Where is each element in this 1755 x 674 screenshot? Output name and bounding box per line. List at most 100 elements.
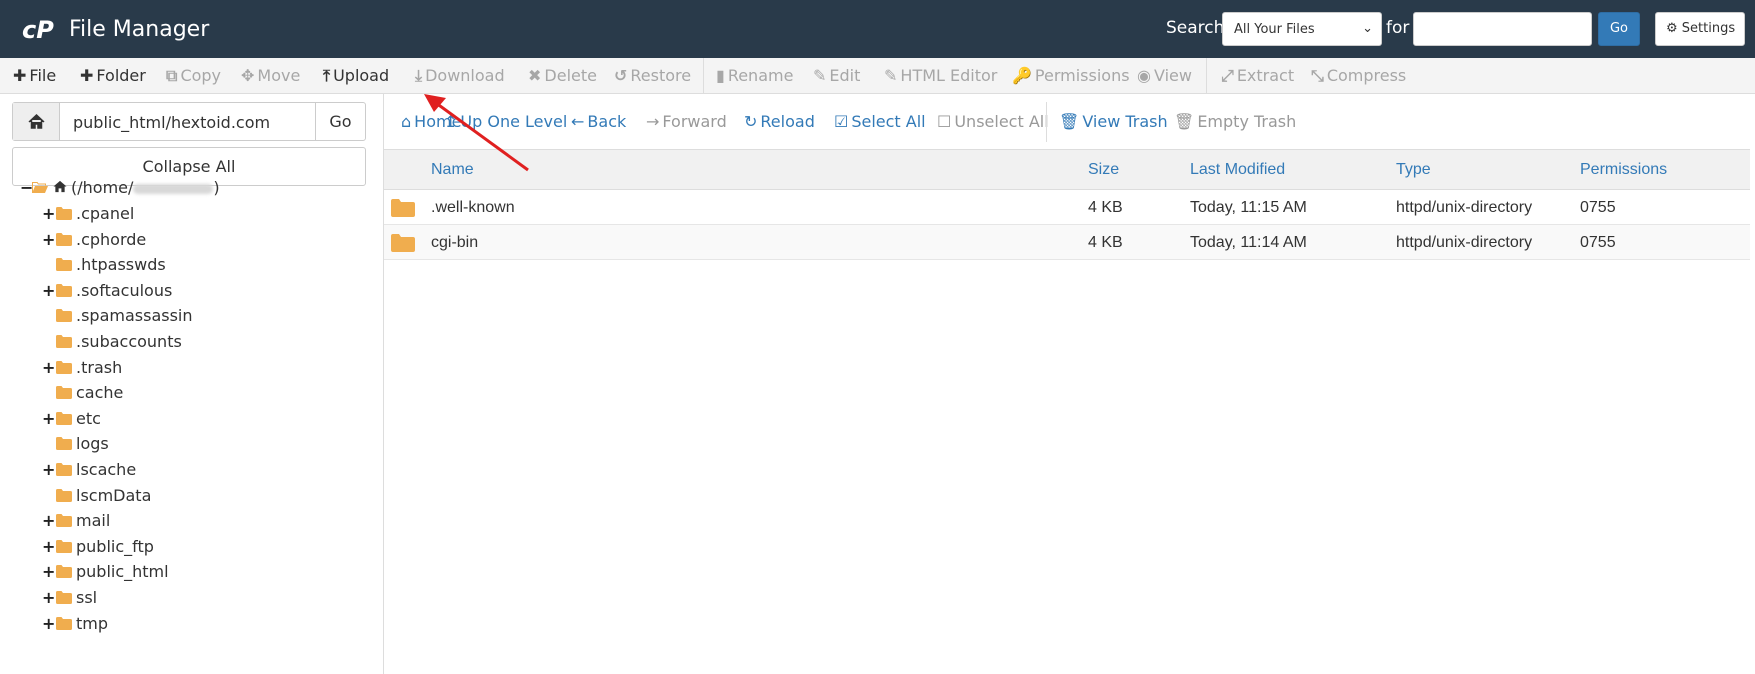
expand-icon[interactable]: + xyxy=(42,614,55,633)
compress-button[interactable]: ⤡ Compress xyxy=(1311,66,1406,86)
settings-button[interactable]: ⚙ Settings xyxy=(1655,12,1745,46)
expand-icon[interactable]: + xyxy=(42,460,55,479)
tree-item[interactable]: .spamassassin xyxy=(42,305,342,327)
restore-button[interactable]: ↺ Restore xyxy=(614,66,691,85)
tree-root[interactable]: − (/home/) xyxy=(20,177,360,199)
tree-item[interactable]: + public_ftp xyxy=(42,536,342,558)
home-icon: ⌂ xyxy=(401,112,412,131)
expand-icon[interactable]: + xyxy=(42,230,55,249)
close-icon: ✖ xyxy=(528,66,542,85)
search-label: Search xyxy=(1166,18,1225,38)
search-go-button[interactable]: Go xyxy=(1598,12,1640,46)
extract-button[interactable]: ⤢ Extract xyxy=(1221,66,1294,86)
move-button[interactable]: ✥ Move xyxy=(241,66,300,85)
table-row[interactable]: .well-known 4 KB Today, 11:15 AM httpd/u… xyxy=(384,190,1750,225)
search-scope-select[interactable]: All Your Files ⌄ xyxy=(1222,12,1382,46)
tree-item[interactable]: lscmData xyxy=(42,485,342,507)
settings-label: Settings xyxy=(1681,21,1736,36)
path-home-button[interactable] xyxy=(13,103,60,140)
html-editor-button[interactable]: ✎ HTML Editor xyxy=(884,66,997,85)
column-header-permissions[interactable]: Permissions xyxy=(1580,161,1667,179)
tree-item[interactable]: cache xyxy=(42,382,342,404)
cpanel-logo-icon[interactable]: cP xyxy=(22,16,60,42)
download-icon: ⤓ xyxy=(415,66,423,85)
permissions-button[interactable]: 🔑 Permissions xyxy=(1012,66,1130,85)
tree-item[interactable]: .htpasswds xyxy=(42,254,342,276)
up-one-level-button[interactable]: ↥ Up One Level xyxy=(444,112,567,131)
expand-icon[interactable]: + xyxy=(42,358,55,377)
column-header-last-modified[interactable]: Last Modified xyxy=(1190,161,1285,179)
file-permissions: 0755 xyxy=(1580,234,1616,251)
unselect-all-button[interactable]: ☐ Unselect All xyxy=(937,112,1049,131)
folder-icon xyxy=(56,258,72,271)
back-button[interactable]: ← Back xyxy=(571,112,626,131)
search-input[interactable] xyxy=(1413,12,1592,46)
file-name: .well-known xyxy=(431,199,515,216)
collapse-icon[interactable]: − xyxy=(20,178,33,197)
delete-button[interactable]: ✖ Delete xyxy=(528,66,597,85)
table-row[interactable]: cgi-bin 4 KB Today, 11:14 AM httpd/unix-… xyxy=(384,225,1750,260)
folder-icon xyxy=(56,437,72,450)
tree-item-label: ssl xyxy=(76,588,98,607)
arrow-right-icon: → xyxy=(646,112,660,131)
expand-icon[interactable]: + xyxy=(42,204,55,223)
file-table: Name Size Last Modified Type Permissions… xyxy=(384,149,1750,260)
folder-icon xyxy=(56,617,72,630)
tree-root-label: (/home/) xyxy=(71,178,220,197)
expand-icon[interactable]: + xyxy=(42,588,55,607)
tree-item[interactable]: + .cpanel xyxy=(42,203,342,225)
tree-item-label: tmp xyxy=(76,614,109,633)
folder-icon xyxy=(56,233,72,246)
undo-icon: ↺ xyxy=(614,66,628,85)
tree-item[interactable]: + tmp xyxy=(42,613,342,635)
expand-icon[interactable]: + xyxy=(42,281,55,300)
expand-icon[interactable]: + xyxy=(42,409,55,428)
arrow-left-icon: ← xyxy=(571,112,585,131)
copy-button[interactable]: ⧉ Copy xyxy=(166,66,221,86)
tree-item[interactable]: + public_html xyxy=(42,561,342,583)
tree-item[interactable]: + mail xyxy=(42,510,342,532)
upload-button[interactable]: ⤒ Upload xyxy=(323,66,389,86)
folder-icon xyxy=(56,489,72,502)
path-go-button[interactable]: Go xyxy=(315,103,365,140)
tree-item-label: public_html xyxy=(76,562,169,581)
expand-icon[interactable]: + xyxy=(42,562,55,581)
tree-item[interactable]: + ssl xyxy=(42,587,342,609)
folder-icon xyxy=(56,309,72,322)
new-folder-button[interactable]: ✚ Folder xyxy=(80,66,146,85)
column-header-name[interactable]: Name xyxy=(431,161,474,179)
tree-item[interactable]: + lscache xyxy=(42,459,342,481)
tree-item-label: mail xyxy=(76,511,111,530)
tree-item[interactable]: + .trash xyxy=(42,357,342,379)
select-all-button[interactable]: ☑ Select All xyxy=(834,112,926,131)
reload-button[interactable]: ↻ Reload xyxy=(744,112,815,131)
view-trash-button[interactable]: 🗑 View Trash xyxy=(1059,112,1168,131)
app-title: File Manager xyxy=(69,17,210,42)
folder-icon xyxy=(56,540,72,553)
new-file-button[interactable]: ✚ File xyxy=(13,66,56,85)
forward-button[interactable]: → Forward xyxy=(646,112,727,131)
view-button[interactable]: ◉ View xyxy=(1137,66,1192,85)
tree-item[interactable]: + etc xyxy=(42,408,342,430)
expand-icon[interactable]: + xyxy=(42,511,55,530)
tree-item[interactable]: + .softaculous xyxy=(42,280,342,302)
folder-icon xyxy=(391,234,415,252)
home-icon xyxy=(53,180,67,193)
column-header-type[interactable]: Type xyxy=(1396,161,1431,179)
tree-item-label: .softaculous xyxy=(76,281,173,300)
file-icon: ▮ xyxy=(716,66,725,85)
expand-icon[interactable]: + xyxy=(42,537,55,556)
navigation-bar: ⌂ Home ↥ Up One Level ← Back → Forward ↻ Relo… xyxy=(384,94,1755,150)
tree-item[interactable]: .subaccounts xyxy=(42,331,342,353)
path-input[interactable]: public_html/hextoid.com xyxy=(73,113,270,132)
file-modified: Today, 11:14 AM xyxy=(1190,234,1307,251)
tree-item[interactable]: + .cphorde xyxy=(42,229,342,251)
download-button[interactable]: ⤓ Download xyxy=(415,66,505,86)
rename-button[interactable]: ▮ Rename xyxy=(716,66,793,85)
tree-item-label: .spamassassin xyxy=(76,306,193,325)
column-header-size[interactable]: Size xyxy=(1088,161,1119,179)
edit-button[interactable]: ✎ Edit xyxy=(813,66,860,85)
empty-trash-button[interactable]: 🗑 Empty Trash xyxy=(1174,112,1296,131)
tree-item[interactable]: logs xyxy=(42,433,342,455)
upload-icon: ⤒ xyxy=(323,66,331,85)
